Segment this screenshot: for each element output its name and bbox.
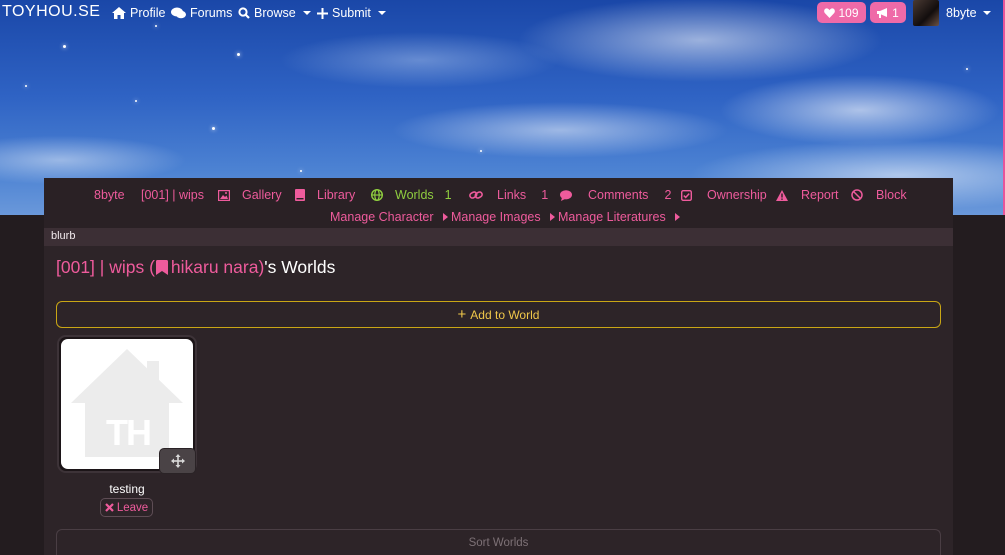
sort-worlds-button[interactable]: Sort Worlds (56, 529, 941, 555)
worlds-count: 1 (444, 188, 452, 202)
nav-browse[interactable]: Browse (238, 6, 311, 20)
comment-icon (560, 189, 572, 201)
star (480, 150, 482, 152)
tab-comments-label: Comments (588, 188, 649, 202)
star (300, 170, 302, 172)
messages-count: 1 (892, 5, 899, 20)
username-label: 8byte (946, 6, 977, 20)
manage-character-menu[interactable]: Manage Character (330, 210, 448, 224)
drag-handle-button[interactable] (159, 448, 196, 474)
nav-forums-label: Forums (190, 6, 233, 20)
sort-worlds-label: Sort Worlds (468, 536, 529, 549)
tab-gallery-label: Gallery (242, 188, 282, 202)
character-owner-link[interactable]: 8byte (94, 188, 125, 202)
blurb-bar: blurb (44, 228, 953, 246)
home-icon (112, 7, 126, 19)
manage-literatures-label: Manage Literatures (558, 210, 666, 224)
user-menu[interactable]: 8byte (946, 6, 991, 20)
book-icon (295, 189, 305, 201)
character-nav: 8byte [001] | wips Gallery Library World… (44, 178, 953, 228)
character-label: [001] | wips (141, 188, 205, 202)
plus-icon (317, 7, 328, 19)
comments-count: 2 (664, 188, 672, 202)
tab-ownership[interactable]: Ownership (681, 188, 767, 202)
globe-icon (371, 189, 383, 201)
blurb-text: blurb (51, 230, 76, 242)
bullhorn-icon (877, 7, 888, 18)
messages-button[interactable]: 1 (870, 2, 906, 23)
site-logo[interactable]: TOYHOU.SE (2, 3, 100, 21)
manage-images-menu[interactable]: Manage Images (451, 210, 555, 224)
tab-worlds[interactable]: Worlds 1 (371, 188, 452, 202)
title-suffix: 's Worlds (264, 257, 336, 277)
world-name[interactable]: testing (57, 482, 197, 496)
star (25, 85, 27, 87)
links-count: 1 (541, 188, 549, 202)
tab-worlds-label: Worlds (395, 188, 434, 202)
leave-label: Leave (116, 501, 149, 514)
add-to-world-button[interactable]: + Add to World (56, 301, 941, 328)
chevron-down-icon (982, 11, 991, 15)
star (237, 53, 240, 56)
top-navbar: TOYHOU.SE Profile Forums Browse Submit 1… (0, 0, 1005, 28)
comments-icon (171, 7, 186, 19)
tab-library[interactable]: Library (295, 188, 355, 202)
nav-submit-label: Submit (332, 6, 371, 20)
chevron-down-icon (377, 11, 386, 15)
warning-icon (776, 189, 788, 201)
caret-right-icon (442, 213, 448, 221)
nav-profile-label: Profile (130, 6, 166, 20)
tab-gallery[interactable]: Gallery (218, 188, 282, 202)
tab-links[interactable]: Links 1 (469, 188, 548, 202)
star (135, 100, 137, 102)
star (212, 127, 215, 130)
tab-library-label: Library (317, 188, 356, 202)
ban-icon (851, 189, 863, 201)
tab-comments[interactable]: Comments 2 (560, 188, 671, 202)
link-icon (469, 191, 483, 199)
owner-label: 8byte (94, 188, 125, 202)
notifications-count: 109 (838, 5, 859, 20)
user-avatar[interactable] (913, 0, 939, 26)
manage-character-label: Manage Character (330, 210, 434, 224)
tab-links-label: Links (497, 188, 527, 202)
tab-block[interactable]: Block (851, 188, 907, 202)
page-title: [001] | wips ( hikaru nara ) 's Worlds (56, 257, 335, 278)
image-icon (218, 189, 230, 201)
nav-profile[interactable]: Profile (112, 6, 165, 20)
nav-browse-label: Browse (254, 6, 296, 20)
close-icon (105, 503, 114, 512)
tab-ownership-label: Ownership (707, 188, 767, 202)
tab-report[interactable]: Report (776, 188, 839, 202)
caret-right-icon (549, 213, 555, 221)
bookmark-icon (155, 260, 168, 275)
chevron-down-icon (302, 11, 311, 15)
add-to-world-label: Add to World (470, 307, 540, 322)
check-square-icon (681, 189, 692, 201)
title-character-link[interactable]: [001] | wips ( (56, 257, 155, 278)
heart-icon (824, 7, 836, 18)
leave-world-button[interactable]: Leave (100, 498, 153, 517)
content-panel: 8byte [001] | wips Gallery Library World… (44, 178, 953, 555)
tab-report-label: Report (801, 188, 839, 202)
notifications-button[interactable]: 109 (817, 2, 866, 23)
nav-submit[interactable]: Submit (317, 6, 386, 20)
title-character-name[interactable]: hikaru nara (171, 257, 259, 278)
nav-forums[interactable]: Forums (171, 6, 232, 20)
search-icon (238, 7, 250, 19)
star (63, 45, 66, 48)
manage-images-label: Manage Images (451, 210, 541, 224)
tab-block-label: Block (876, 188, 907, 202)
move-icon (170, 454, 185, 468)
placeholder-monogram: TH (106, 412, 152, 453)
character-link[interactable]: [001] | wips (141, 188, 204, 202)
star (966, 68, 968, 70)
caret-right-icon (674, 213, 680, 221)
manage-literatures-menu[interactable]: Manage Literatures (558, 210, 680, 224)
plus-icon: + (457, 306, 467, 323)
